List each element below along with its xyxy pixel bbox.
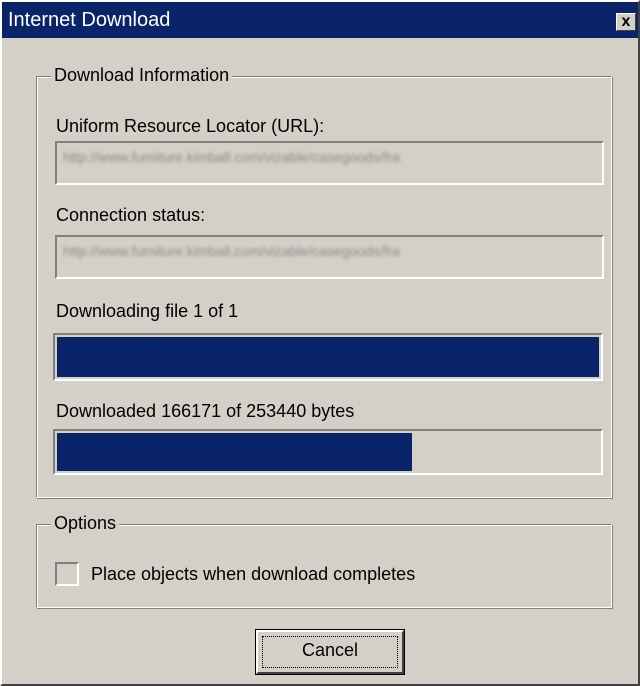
cancel-button-label: Cancel (262, 636, 398, 668)
cancel-button[interactable]: Cancel (256, 630, 404, 674)
connection-status-value: http://www.furniture.kimball.com/vizable… (63, 243, 400, 259)
download-information-legend: Download Information (51, 63, 233, 87)
url-field-value: http://www.furniture.kimball.com/vizable… (63, 149, 400, 165)
download-information-group: Download Information Uniform Resource Lo… (36, 63, 612, 498)
place-objects-label[interactable]: Place objects when download completes (91, 562, 415, 586)
options-group: Options Place objects when download comp… (36, 511, 612, 608)
close-button[interactable]: x (616, 13, 636, 31)
place-objects-checkbox[interactable] (55, 562, 79, 586)
close-icon: x (621, 13, 631, 30)
file-progress-label: Downloading file 1 of 1 (56, 301, 239, 321)
window-title: Internet Download (8, 9, 171, 31)
connection-status-field[interactable]: http://www.furniture.kimball.com/vizable… (55, 235, 604, 279)
title-bar[interactable]: Internet Download x (2, 2, 638, 38)
internet-download-dialog: Internet Download x Download Information… (0, 0, 640, 686)
url-field[interactable]: http://www.furniture.kimball.com/vizable… (55, 141, 604, 185)
options-legend: Options (51, 511, 120, 535)
connection-status-label: Connection status: (56, 205, 206, 225)
bytes-progress-bar (53, 429, 603, 475)
file-progress-fill (57, 337, 599, 377)
bytes-progress-label: Downloaded 166171 of 253440 bytes (56, 401, 355, 421)
file-progress-bar (53, 333, 603, 381)
url-label: Uniform Resource Locator (URL): (56, 116, 325, 136)
bytes-progress-fill (57, 433, 413, 471)
